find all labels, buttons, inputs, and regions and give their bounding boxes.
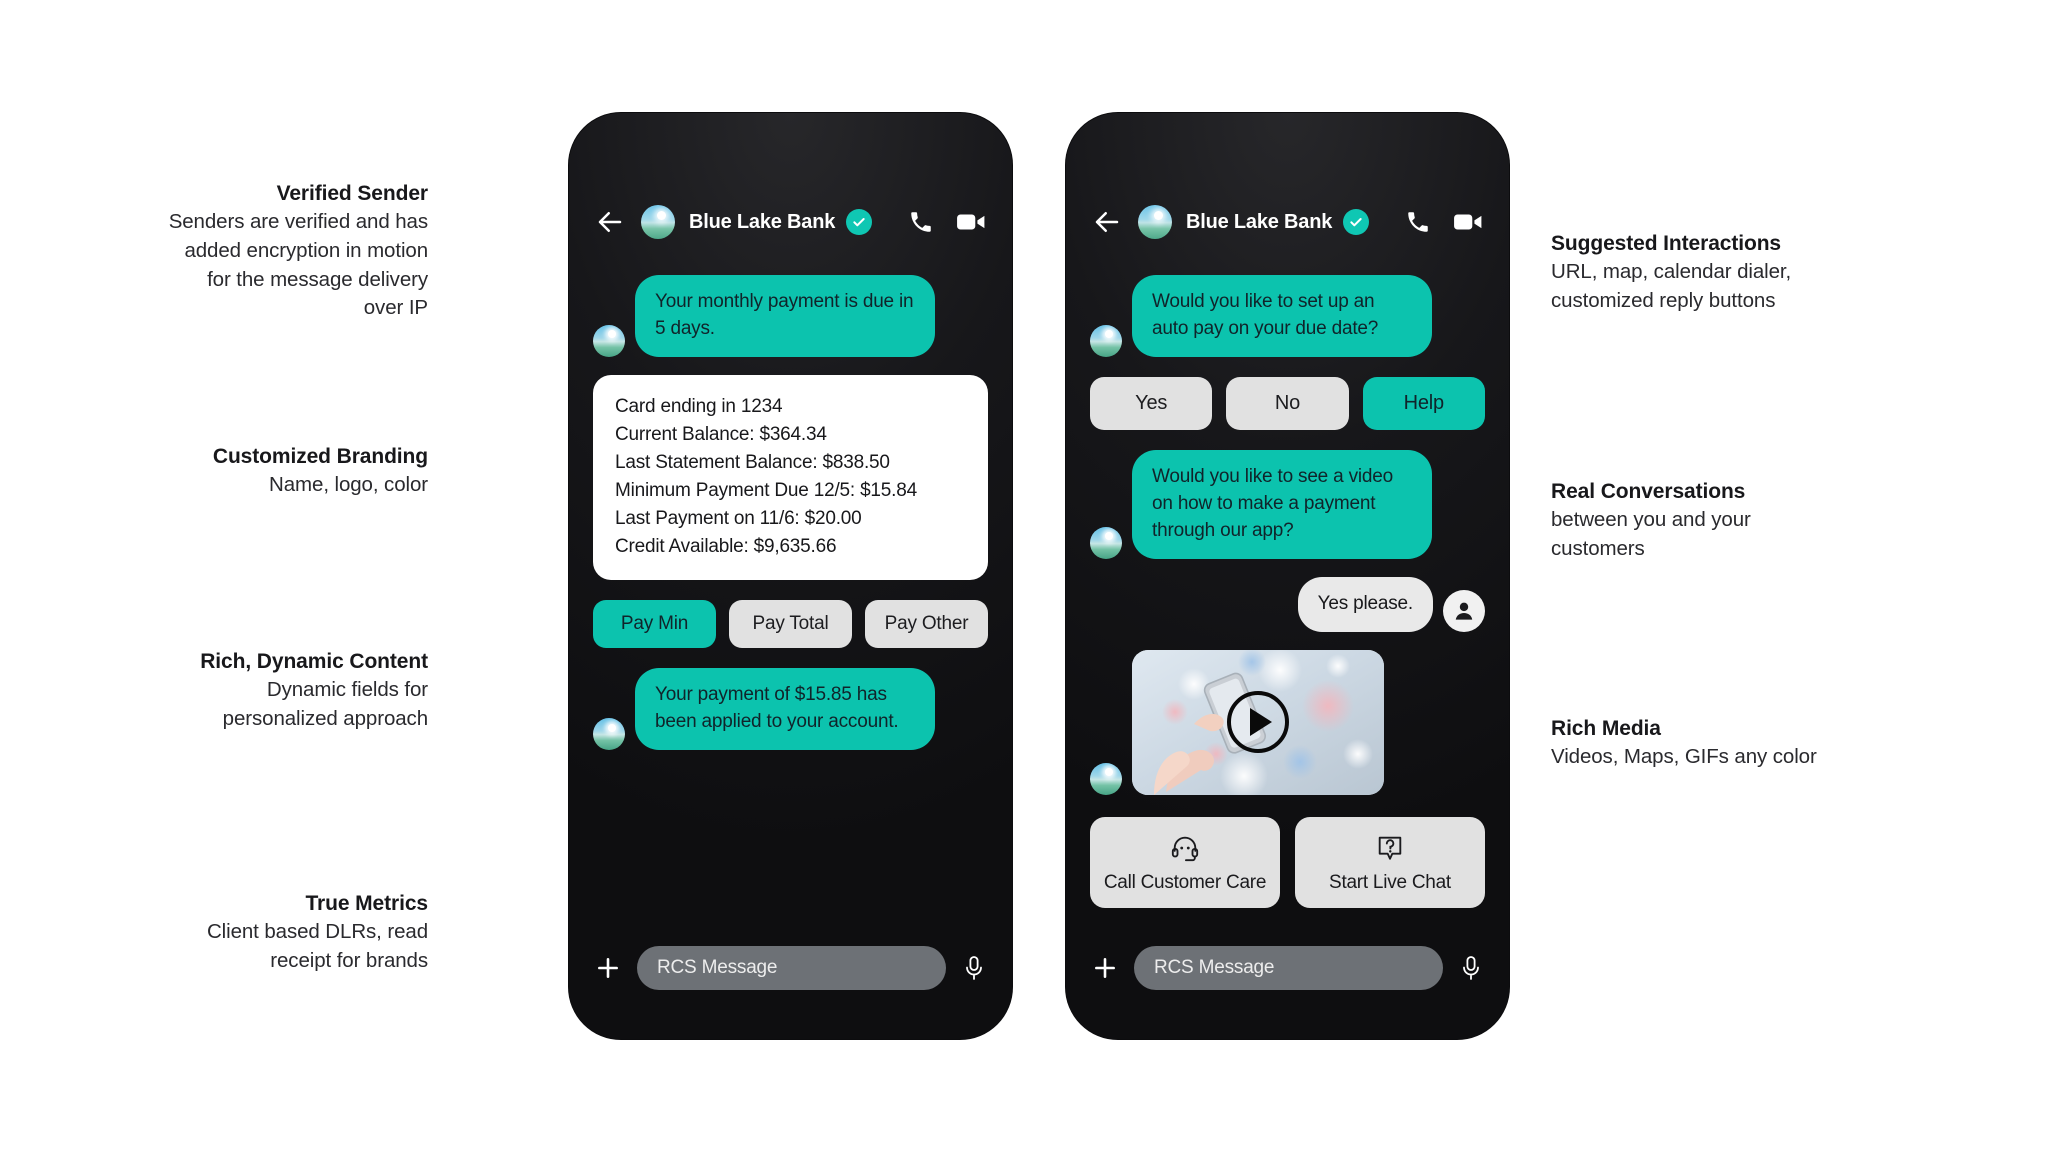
annotation-body: Senders are verified and has added encry…: [168, 210, 428, 320]
brand-message-bubble[interactable]: Your monthly payment is due in 5 days.: [635, 275, 935, 357]
annotation-rich-dynamic-content: Rich, Dynamic Content Dynamic fields for…: [168, 648, 428, 734]
brand-message-bubble[interactable]: Your payment of $15.85 has been applied …: [635, 668, 935, 751]
annotation-true-metrics: True Metrics Client based DLRs, read rec…: [168, 890, 428, 976]
card-line: Last Statement Balance: $838.50: [615, 451, 890, 473]
phone-mockup-right: Blue Lake Bank Would you like to set up …: [1066, 113, 1509, 1039]
video-thumbnail[interactable]: [1132, 649, 1384, 795]
video-camera-icon[interactable]: [1453, 209, 1483, 235]
card-line: Last Payment on 11/6: $20.00: [615, 507, 862, 529]
annotation-real-conversations: Real Conversations between you and your …: [1551, 478, 1841, 564]
pay-other-button[interactable]: Pay Other: [865, 600, 988, 649]
reply-no-button[interactable]: No: [1226, 376, 1349, 430]
annotation-customized-branding: Customized Branding Name, logo, color: [168, 443, 428, 500]
annotation-body: Client based DLRs, read receipt for bran…: [206, 920, 428, 973]
message-row: Your monthly payment is due in 5 days.: [593, 275, 988, 357]
message-row-outgoing: Yes please.: [1090, 576, 1485, 632]
rcs-message-input[interactable]: RCS Message: [1134, 946, 1443, 990]
annotation-body: Name, logo, color: [269, 473, 428, 497]
headset-support-icon: [1171, 836, 1199, 861]
question-chat-icon: [1378, 836, 1402, 860]
brand-avatar: [1090, 324, 1122, 357]
brand-avatar: [1090, 526, 1122, 559]
message-row-video: [1090, 649, 1485, 795]
phone-icon[interactable]: [1405, 209, 1431, 235]
annotation-verified-sender: Verified Sender Senders are verified and…: [168, 180, 428, 323]
contact-name: Blue Lake Bank: [1186, 210, 1333, 233]
suggested-reply-row: Yes No Help: [1090, 376, 1485, 430]
pay-min-button[interactable]: Pay Min: [593, 600, 716, 649]
message-row-card: Card ending in 1234 Current Balance: $36…: [593, 374, 988, 581]
annotation-body: Videos, Maps, GIFs any color: [1551, 745, 1817, 769]
phone-icon[interactable]: [908, 209, 934, 235]
message-list: Would you like to set up an auto pay on …: [1066, 259, 1509, 925]
annotation-title: Suggested Interactions: [1551, 232, 1782, 255]
call-customer-care-card[interactable]: Call Customer Care: [1090, 816, 1280, 908]
annotation-title: Rich Media: [1551, 717, 1661, 740]
arrow-left-icon[interactable]: [1092, 207, 1122, 237]
message-composer: RCS Message: [1066, 925, 1509, 1011]
brand-avatar: [593, 324, 625, 357]
reply-help-button[interactable]: Help: [1362, 376, 1485, 430]
avatar: [1443, 589, 1485, 632]
brand-message-bubble[interactable]: Would you like to set up an auto pay on …: [1132, 275, 1432, 357]
annotation-rich-media: Rich Media Videos, Maps, GIFs any color: [1551, 715, 1841, 772]
chat-header: Blue Lake Bank: [1066, 185, 1509, 259]
message-row: Your payment of $15.85 has been applied …: [593, 668, 988, 751]
payment-chip-row: Pay Min Pay Total Pay Other: [593, 600, 988, 649]
arrow-left-icon[interactable]: [595, 207, 625, 237]
rcs-message-input[interactable]: RCS Message: [637, 946, 946, 990]
annotation-body: between you and your customers: [1551, 508, 1751, 561]
user-message-bubble[interactable]: Yes please.: [1297, 576, 1433, 632]
brand-avatar: [593, 718, 625, 751]
account-details-card[interactable]: Card ending in 1234 Current Balance: $36…: [593, 374, 988, 581]
card-line: Minimum Payment Due 12/5: $15.84: [615, 479, 917, 501]
annotation-title: Real Conversations: [1551, 480, 1746, 503]
message-row: Would you like to set up an auto pay on …: [1090, 275, 1485, 357]
pay-total-button[interactable]: Pay Total: [729, 600, 852, 649]
verified-check-icon: [846, 209, 873, 235]
card-line: Credit Available: $9,635.66: [615, 535, 837, 557]
annotation-body: URL, map, calendar dialer, customized re…: [1551, 260, 1792, 313]
brand-message-bubble[interactable]: Would you like to see a video on how to …: [1132, 449, 1432, 559]
brand-avatar[interactable]: [641, 205, 675, 239]
play-button-icon[interactable]: [1227, 691, 1289, 754]
annotation-body: Dynamic fields for personalized approach: [222, 678, 428, 731]
brand-avatar: [1090, 762, 1122, 795]
message-list: Your monthly payment is due in 5 days. C…: [569, 259, 1012, 925]
annotation-suggested-interactions: Suggested Interactions URL, map, calenda…: [1551, 230, 1841, 316]
slide-canvas: Verified Sender Senders are verified and…: [0, 0, 2048, 1152]
microphone-icon[interactable]: [1459, 955, 1483, 981]
annotation-title: Verified Sender: [276, 182, 429, 205]
plus-icon[interactable]: [1092, 955, 1118, 981]
message-composer: RCS Message: [569, 925, 1012, 1011]
action-card-label: Start Live Chat: [1329, 871, 1451, 893]
reply-yes-button[interactable]: Yes: [1090, 376, 1213, 430]
brand-avatar[interactable]: [1138, 205, 1172, 239]
contact-name: Blue Lake Bank: [689, 210, 836, 233]
action-card-row: Call Customer Care Start Live Chat: [1090, 816, 1485, 908]
video-camera-icon[interactable]: [956, 209, 986, 235]
message-row: Would you like to see a video on how to …: [1090, 449, 1485, 559]
annotation-title: True Metrics: [305, 892, 428, 915]
annotation-title: Customized Branding: [212, 445, 428, 468]
start-live-chat-card[interactable]: Start Live Chat: [1295, 816, 1485, 908]
verified-check-icon: [1343, 209, 1370, 235]
card-line: Card ending in 1234: [615, 395, 783, 417]
chat-header: Blue Lake Bank: [569, 185, 1012, 259]
phone-mockup-left: Blue Lake Bank Your monthly payment is d…: [569, 113, 1012, 1039]
annotation-title: Rich, Dynamic Content: [200, 650, 428, 673]
card-line: Current Balance: $364.34: [615, 423, 827, 445]
microphone-icon[interactable]: [962, 955, 986, 981]
plus-icon[interactable]: [595, 955, 621, 981]
action-card-label: Call Customer Care: [1103, 871, 1267, 893]
